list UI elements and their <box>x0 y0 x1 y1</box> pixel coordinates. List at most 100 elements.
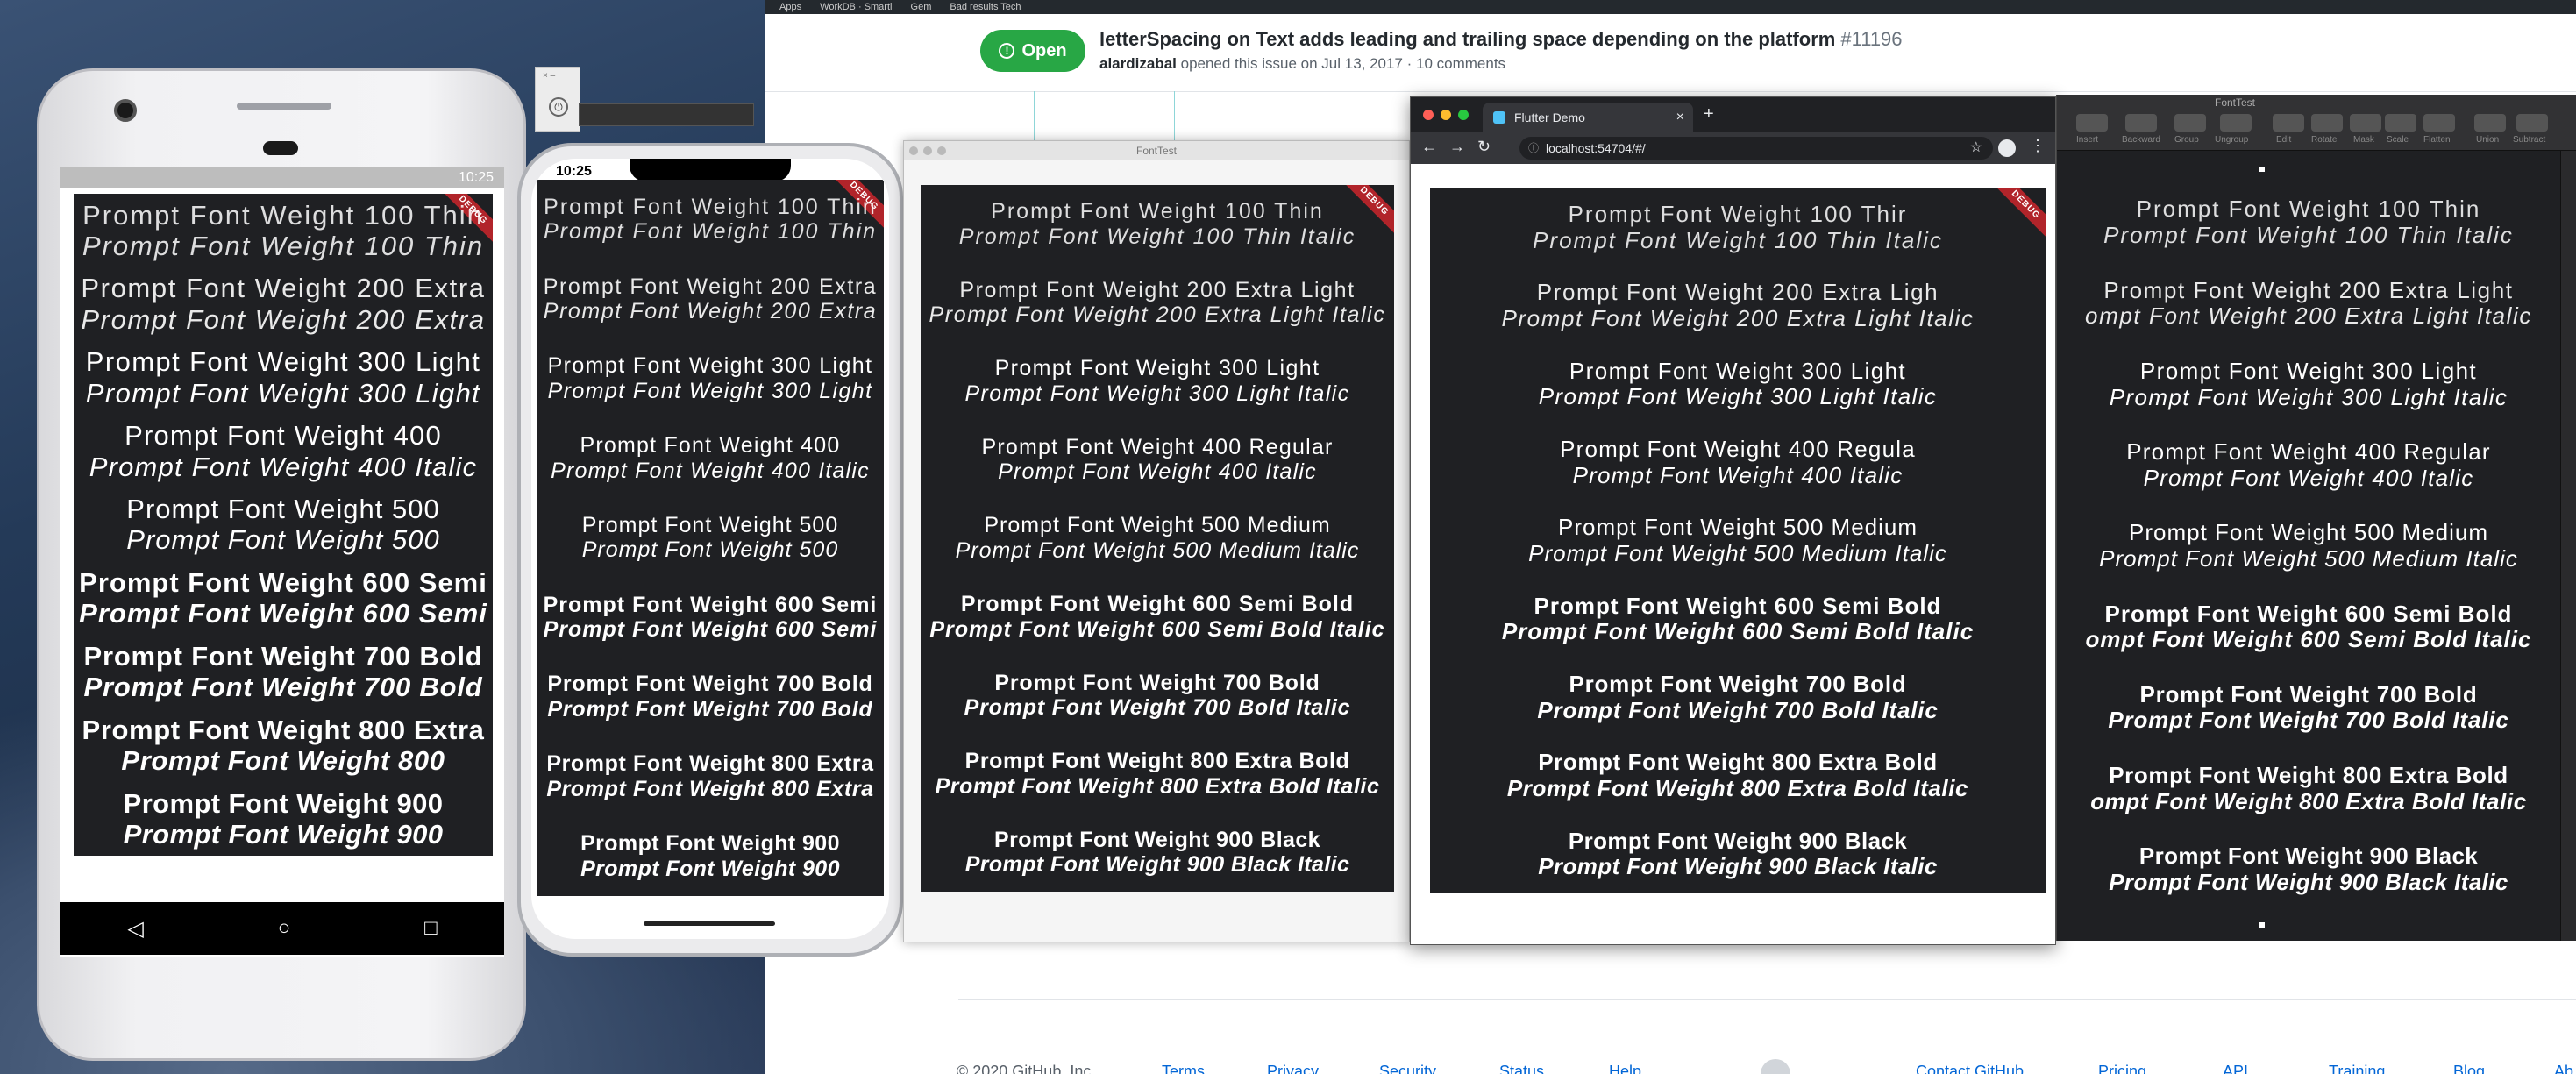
earpiece-speaker <box>237 103 331 110</box>
android-screen: 10:25 DEBUG Prompt Font Weight 100 Thin P… <box>60 167 504 957</box>
issue-author-link[interactable]: alardizabal <box>1099 55 1177 72</box>
footer-link-security[interactable]: Security <box>1379 1063 1436 1074</box>
bookmark-star-icon[interactable]: ☆ <box>1970 137 1982 160</box>
toolbar-label: Flatten <box>2423 135 2451 145</box>
font-sample-regular: Prompt Font Weight 100 Thin <box>544 194 877 219</box>
font-sample-weight-800: Prompt Font Weight 800 Extra Bold Prompt … <box>921 749 1394 799</box>
toolbar-scale-button[interactable] <box>2385 114 2416 132</box>
font-sample-italic: Prompt Font Weight 400 Italic <box>1572 462 1904 488</box>
toolbar-rotate-button[interactable] <box>2311 114 2343 132</box>
font-sample-regular: Prompt Font Weight 500 Medium <box>2128 520 2489 546</box>
reload-icon[interactable]: ↻ <box>1477 138 1491 156</box>
font-sample-regular: Prompt Font Weight 100 Thin <box>82 199 484 231</box>
font-sample-regular: Prompt Font Weight 800 Extra Bold <box>964 749 1350 774</box>
font-sample-weight-900: Prompt Font Weight 900 Black Prompt Font … <box>2057 843 2560 895</box>
selection-handle[interactable] <box>2259 922 2265 928</box>
toolbar-label: Rotate <box>2311 135 2338 145</box>
footer-link-status[interactable]: Status <box>1499 1063 1544 1074</box>
recents-icon[interactable]: □ <box>424 916 438 941</box>
font-sample-weight-900: Prompt Font Weight 900 Black Prompt Font … <box>1430 829 2046 880</box>
close-icon[interactable]: × – <box>543 71 555 81</box>
font-sample-regular: Prompt Font Weight 300 Light <box>994 356 1320 381</box>
font-sample-italic: Prompt Font Weight 900 Black Italic <box>964 852 1350 878</box>
font-sample-regular: Prompt Font Weight 300 Light <box>1569 358 1907 384</box>
footer-link-pricing[interactable]: Pricing <box>2098 1063 2146 1074</box>
github-footer: © 2020 GitHub, Inc. Terms Privacy Securi… <box>765 999 2576 1074</box>
footer-link-contact[interactable]: Contact GitHub <box>1916 1063 2024 1074</box>
minimize-button[interactable] <box>923 146 932 155</box>
font-sample-list: DEBUG Prompt Font Weight 100 Thin Prompt … <box>921 185 1394 892</box>
font-sample-regular: Prompt Font Weight 300 Light <box>547 353 873 379</box>
font-sample-regular: Prompt Font Weight 200 Extra Light <box>2103 277 2514 303</box>
toolbar-ungroup-button[interactable] <box>2220 114 2252 132</box>
font-sample-weight-200: Prompt Font Weight 200 Extra Ligh Prompt … <box>1430 280 2046 331</box>
font-sample-regular: Prompt Font Weight 300 Light <box>2139 358 2478 384</box>
font-sample-weight-900: Prompt Font Weight 900 Prompt Font Weight… <box>537 831 884 881</box>
footer-link-blog[interactable]: Blog <box>2453 1063 2485 1074</box>
toolbar-backward-button[interactable] <box>2125 114 2157 132</box>
font-sample-italic: Prompt Font Weight 100 Thin Italic <box>958 224 1356 249</box>
minimize-button[interactable] <box>1441 110 1451 120</box>
bookmark[interactable]: Bad results Tech <box>950 2 1021 12</box>
font-sample-weight-200: Prompt Font Weight 200 Extra Prompt Font … <box>74 273 493 335</box>
window-titlebar[interactable]: FontTest <box>904 141 1409 160</box>
window-controls <box>1423 110 1469 120</box>
home-icon[interactable]: ○ <box>278 916 291 941</box>
new-tab-icon[interactable]: + <box>1704 104 1714 124</box>
bookmark[interactable]: WorkDB · Smartl <box>820 2 892 12</box>
font-sample-italic: Prompt Font Weight 700 Bold <box>547 696 873 722</box>
font-sample-regular: Prompt Font Weight 900 Black <box>1568 828 1908 854</box>
footer-link-privacy[interactable]: Privacy <box>1267 1063 1319 1074</box>
toolbar-mask-button[interactable] <box>2350 114 2381 132</box>
inspector-panel[interactable] <box>2560 151 2576 941</box>
toolbar-flatten-button[interactable] <box>2423 114 2455 132</box>
zoom-button[interactable] <box>1458 110 1469 120</box>
close-tab-icon[interactable]: × <box>1676 103 1684 132</box>
browser-tab[interactable]: Flutter Demo × <box>1483 103 1693 132</box>
back-icon[interactable]: ◁ <box>127 916 143 942</box>
kebab-menu-icon[interactable]: ⋮ <box>2030 137 2046 155</box>
tab-title: Flutter Demo <box>1514 110 1585 124</box>
zoom-button[interactable] <box>937 146 946 155</box>
iphone-screen: 10:25 DEBUG Prompt Font Weight 100 Thin P… <box>531 159 889 939</box>
bookmark[interactable]: Gem <box>911 2 932 12</box>
toolbar-edit-button[interactable] <box>2273 114 2304 132</box>
font-sample-italic: Prompt Font Weight 300 Light <box>547 378 873 403</box>
font-sample-weight-100: Prompt Font Weight 100 Thin Prompt Font W… <box>537 195 884 245</box>
font-sample-list: DEBUG Prompt Font Weight 100 Thir Prompt … <box>1430 188 2046 893</box>
home-indicator[interactable] <box>644 921 775 926</box>
font-sample-italic: Prompt Font Weight 500 Medium Italic <box>2099 545 2518 572</box>
font-sample-regular: Prompt Font Weight 800 Extra <box>546 751 874 777</box>
toolbar-union-button[interactable] <box>2474 114 2506 132</box>
font-sample-italic: Prompt Font Weight 500 <box>126 524 440 556</box>
bookmark[interactable]: Apps <box>779 2 801 12</box>
power-icon[interactable]: ⏻ <box>549 97 568 117</box>
back-arrow-icon[interactable]: ← <box>1421 138 1437 156</box>
toolbar-subtract-button[interactable] <box>2516 114 2548 132</box>
toolbar-insert-button[interactable] <box>2076 114 2108 132</box>
close-button[interactable] <box>909 146 918 155</box>
footer-link-help[interactable]: Help <box>1609 1063 1641 1074</box>
close-button[interactable] <box>1423 110 1434 120</box>
font-sample-regular: Prompt Font Weight 500 <box>126 494 440 525</box>
toolbar-group-button[interactable] <box>2174 114 2206 132</box>
address-text: localhost:54704/#/ <box>1546 141 1646 155</box>
footer-link-terms[interactable]: Terms <box>1162 1063 1205 1074</box>
toolbar-label: Ungroup <box>2215 135 2249 145</box>
profile-avatar-icon[interactable] <box>1998 139 2016 157</box>
footer-link-training[interactable]: Training <box>2329 1063 2385 1074</box>
android-nav-bar: ◁ ○ □ <box>60 902 504 955</box>
address-bar[interactable]: ⓘ localhost:54704/#/ ☆ <box>1519 137 1993 160</box>
info-icon[interactable]: ⓘ <box>1528 137 1539 160</box>
flutter-favicon-icon <box>1493 111 1505 124</box>
footer-link-api[interactable]: API <box>2223 1063 2248 1074</box>
font-sample-regular: Prompt Font Weight 200 Extra Light <box>959 277 1356 302</box>
footer-link-about[interactable]: Ab <box>2554 1063 2573 1074</box>
font-sample-weight-100: Prompt Font Weight 100 Thin Prompt Font W… <box>921 199 1394 249</box>
selection-handle[interactable] <box>2259 167 2265 172</box>
forward-arrow-icon[interactable]: → <box>1449 138 1465 156</box>
status-time: 10:25 <box>556 164 592 179</box>
font-sample-italic: Prompt Font Weight 400 Italic <box>2143 465 2474 491</box>
issue-number: #11196 <box>1840 28 1903 50</box>
font-sample-italic: Prompt Font Weight 700 Bold Italic <box>1537 697 1939 723</box>
